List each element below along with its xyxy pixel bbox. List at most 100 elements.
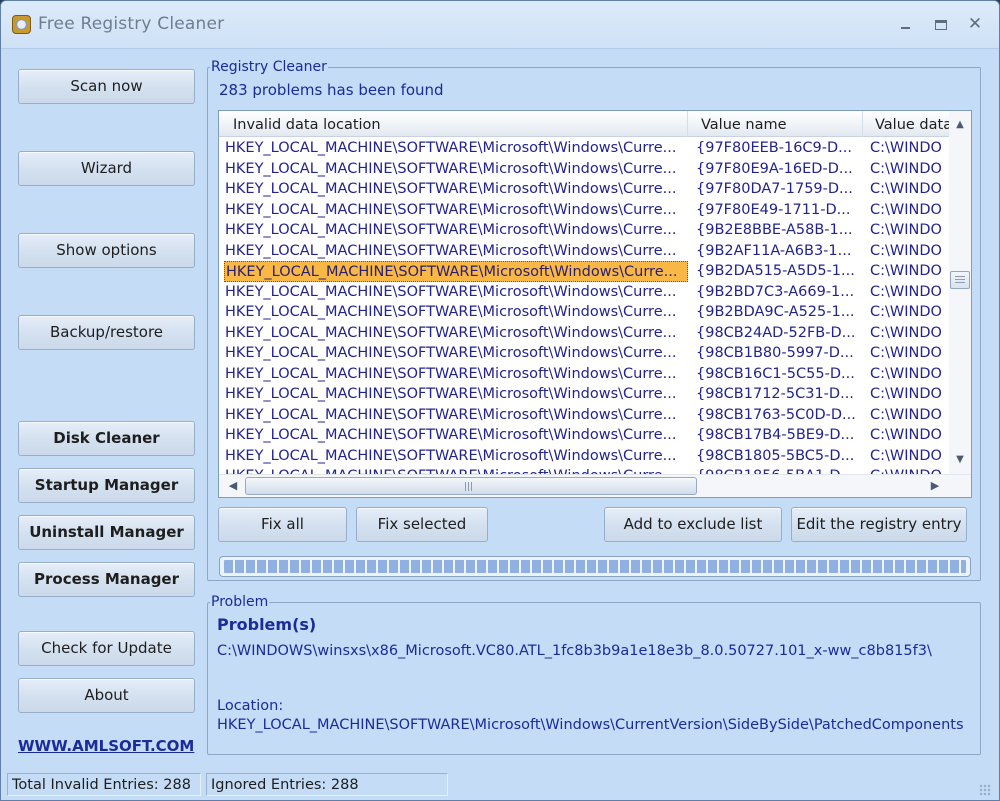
cell-value-data: C:\WINDO bbox=[870, 365, 942, 382]
cell-value-data: C:\WINDO bbox=[870, 447, 942, 464]
scan-now-button[interactable]: Scan now bbox=[18, 69, 195, 104]
window-title: Free Registry Cleaner bbox=[38, 14, 225, 34]
table-row[interactable]: HKEY_LOCAL_MACHINE\SOFTWARE\Microsoft\Wi… bbox=[219, 179, 949, 200]
ignored-entries: Ignored Entries: 288 bbox=[206, 773, 448, 796]
minimize-icon bbox=[900, 26, 910, 29]
cell-value-name: {97F80EEB-16C9-D... bbox=[696, 140, 852, 156]
total-invalid-entries: Total Invalid Entries: 288 bbox=[7, 773, 201, 796]
cell-value-name: {98CB17B4-5BE9-D... bbox=[696, 427, 855, 443]
cell-location: HKEY_LOCAL_MACHINE\SOFTWARE\Microsoft\Wi… bbox=[225, 406, 677, 423]
registry-cleaner-group-title: Registry Cleaner bbox=[210, 59, 328, 75]
cell-value-data: C:\WINDO bbox=[870, 160, 942, 177]
cell-value-name: {98CB1763-5C0D-D... bbox=[696, 406, 856, 423]
vertical-scroll-thumb[interactable] bbox=[950, 271, 970, 289]
scroll-right-arrow-icon[interactable]: ▶ bbox=[925, 475, 945, 497]
column-header-value-name[interactable]: Value name bbox=[687, 111, 862, 137]
scroll-left-arrow-icon[interactable]: ◀ bbox=[223, 475, 243, 497]
cell-value-name: {9B2AF11A-A6B3-1... bbox=[696, 242, 852, 259]
check-update-button[interactable]: Check for Update bbox=[18, 631, 195, 666]
horizontal-scroll-thumb[interactable] bbox=[245, 477, 697, 495]
uninstall-manager-button[interactable]: Uninstall Manager bbox=[18, 515, 195, 550]
close-button[interactable]: ✕ bbox=[964, 13, 986, 35]
disk-cleaner-button[interactable]: Disk Cleaner bbox=[18, 421, 195, 456]
cell-value-data: C:\WINDO bbox=[870, 345, 942, 361]
cell-value-data: C:\WINDO bbox=[870, 181, 942, 197]
app-logo-icon bbox=[12, 15, 31, 34]
app-window: Free Registry Cleaner ✕ Scan now Wizard … bbox=[0, 0, 1000, 801]
table-row[interactable]: HKEY_LOCAL_MACHINE\SOFTWARE\Microsoft\Wi… bbox=[219, 405, 949, 426]
add-exclude-button[interactable]: Add to exclude list bbox=[604, 507, 782, 542]
resize-grip-icon[interactable] bbox=[979, 784, 991, 796]
cell-location: HKEY_LOCAL_MACHINE\SOFTWARE\Microsoft\Wi… bbox=[225, 427, 677, 443]
wizard-button[interactable]: Wizard bbox=[18, 151, 195, 186]
close-icon: ✕ bbox=[967, 14, 983, 34]
table-row[interactable]: HKEY_LOCAL_MACHINE\SOFTWARE\Microsoft\Wi… bbox=[219, 138, 949, 159]
table-row[interactable]: HKEY_LOCAL_MACHINE\SOFTWARE\Microsoft\Wi… bbox=[219, 241, 949, 262]
cell-location: HKEY_LOCAL_MACHINE\SOFTWARE\Microsoft\Wi… bbox=[225, 222, 677, 238]
scroll-down-arrow-icon[interactable]: ▼ bbox=[949, 450, 971, 470]
title-bar: Free Registry Cleaner ✕ bbox=[1, 1, 999, 49]
about-button[interactable]: About bbox=[18, 678, 195, 713]
table-row[interactable]: HKEY_LOCAL_MACHINE\SOFTWARE\Microsoft\Wi… bbox=[219, 425, 949, 446]
cell-location: HKEY_LOCAL_MACHINE\SOFTWARE\Microsoft\Wi… bbox=[225, 345, 677, 361]
cell-location: HKEY_LOCAL_MACHINE\SOFTWARE\Microsoft\Wi… bbox=[225, 283, 677, 300]
cell-value-name: {98CB24AD-52FB-D... bbox=[696, 324, 856, 341]
list-body: HKEY_LOCAL_MACHINE\SOFTWARE\Microsoft\Wi… bbox=[219, 138, 949, 474]
cell-location: HKEY_LOCAL_MACHINE\SOFTWARE\Microsoft\Wi… bbox=[225, 365, 677, 382]
cell-location: HKEY_LOCAL_MACHINE\SOFTWARE\Microsoft\Wi… bbox=[225, 242, 677, 259]
startup-manager-button[interactable]: Startup Manager bbox=[18, 468, 195, 503]
table-row[interactable]: HKEY_LOCAL_MACHINE\SOFTWARE\Microsoft\Wi… bbox=[219, 384, 949, 405]
cell-value-name: {98CB1B80-5997-D... bbox=[696, 345, 854, 361]
column-header-location[interactable]: Invalid data location bbox=[219, 111, 687, 137]
process-manager-button[interactable]: Process Manager bbox=[18, 562, 195, 597]
cell-location: HKEY_LOCAL_MACHINE\SOFTWARE\Microsoft\Wi… bbox=[225, 181, 677, 197]
cell-location: HKEY_LOCAL_MACHINE\SOFTWARE\Microsoft\Wi… bbox=[224, 261, 688, 282]
fix-selected-button[interactable]: Fix selected bbox=[356, 507, 488, 542]
minimize-button[interactable] bbox=[894, 13, 916, 35]
problems-found-text: 283 problems has been found bbox=[219, 81, 444, 99]
cell-location: HKEY_LOCAL_MACHINE\SOFTWARE\Microsoft\Wi… bbox=[225, 304, 677, 320]
table-row[interactable]: HKEY_LOCAL_MACHINE\SOFTWARE\Microsoft\Wi… bbox=[219, 220, 949, 241]
backup-restore-button[interactable]: Backup/restore bbox=[18, 315, 195, 350]
scroll-up-arrow-icon[interactable]: ▲ bbox=[949, 115, 971, 135]
progress-fill bbox=[224, 560, 966, 573]
table-row[interactable]: HKEY_LOCAL_MACHINE\SOFTWARE\Microsoft\Wi… bbox=[219, 466, 949, 474]
table-row[interactable]: HKEY_LOCAL_MACHINE\SOFTWARE\Microsoft\Wi… bbox=[219, 200, 949, 221]
table-row[interactable]: HKEY_LOCAL_MACHINE\SOFTWARE\Microsoft\Wi… bbox=[219, 343, 949, 364]
horizontal-scrollbar[interactable]: ◀ ▶ bbox=[219, 474, 971, 497]
cell-value-name: {98CB1856-5BA1-D... bbox=[696, 466, 861, 474]
cell-location: HKEY_LOCAL_MACHINE\SOFTWARE\Microsoft\Wi… bbox=[225, 324, 677, 341]
location-label: Location: bbox=[217, 698, 284, 714]
table-row[interactable]: HKEY_LOCAL_MACHINE\SOFTWARE\Microsoft\Wi… bbox=[219, 282, 949, 303]
cell-value-name: {98CB16C1-5C55-D... bbox=[696, 365, 855, 382]
problems-list[interactable]: Invalid data location Value name Value d… bbox=[218, 110, 972, 498]
table-row[interactable]: HKEY_LOCAL_MACHINE\SOFTWARE\Microsoft\Wi… bbox=[219, 323, 949, 344]
cell-value-name: {98CB1712-5C31-D... bbox=[696, 386, 854, 402]
website-link[interactable]: WWW.AMLSOFT.COM bbox=[18, 737, 194, 755]
cell-value-data: C:\WINDO bbox=[870, 283, 942, 300]
status-bar: Total Invalid Entries: 288 Ignored Entri… bbox=[1, 769, 999, 800]
cell-value-data: C:\WINDO bbox=[870, 140, 942, 156]
column-header-value-data[interactable]: Value data bbox=[862, 111, 949, 137]
cell-value-name: {9B2E8BBE-A58B-1... bbox=[696, 222, 853, 238]
edit-registry-entry-button[interactable]: Edit the registry entry bbox=[791, 507, 967, 542]
cell-value-name: {9B2DA515-A5D5-1... bbox=[696, 263, 855, 279]
scan-progress-bar bbox=[219, 556, 971, 577]
cell-value-name: {97F80E49-1711-D... bbox=[696, 201, 851, 218]
maximize-button[interactable] bbox=[930, 13, 952, 35]
table-row[interactable]: HKEY_LOCAL_MACHINE\SOFTWARE\Microsoft\Wi… bbox=[219, 261, 949, 282]
cell-value-name: {97F80DA7-1759-D... bbox=[696, 181, 853, 197]
cell-value-name: {97F80E9A-16ED-D... bbox=[696, 160, 853, 177]
table-row[interactable]: HKEY_LOCAL_MACHINE\SOFTWARE\Microsoft\Wi… bbox=[219, 364, 949, 385]
vertical-scrollbar[interactable]: ▲ ▼ bbox=[949, 111, 971, 474]
fix-all-button[interactable]: Fix all bbox=[218, 507, 347, 542]
table-row[interactable]: HKEY_LOCAL_MACHINE\SOFTWARE\Microsoft\Wi… bbox=[219, 302, 949, 323]
cell-location: HKEY_LOCAL_MACHINE\SOFTWARE\Microsoft\Wi… bbox=[225, 466, 689, 474]
table-row[interactable]: HKEY_LOCAL_MACHINE\SOFTWARE\Microsoft\Wi… bbox=[219, 159, 949, 180]
show-options-button[interactable]: Show options bbox=[18, 233, 195, 268]
cell-value-data: C:\WINDO bbox=[870, 201, 942, 218]
table-row[interactable]: HKEY_LOCAL_MACHINE\SOFTWARE\Microsoft\Wi… bbox=[219, 446, 949, 467]
cell-value-data: C:\WINDO bbox=[870, 427, 942, 443]
cell-value-data: C:\WINDO bbox=[870, 242, 942, 259]
cell-location: HKEY_LOCAL_MACHINE\SOFTWARE\Microsoft\Wi… bbox=[225, 140, 677, 156]
